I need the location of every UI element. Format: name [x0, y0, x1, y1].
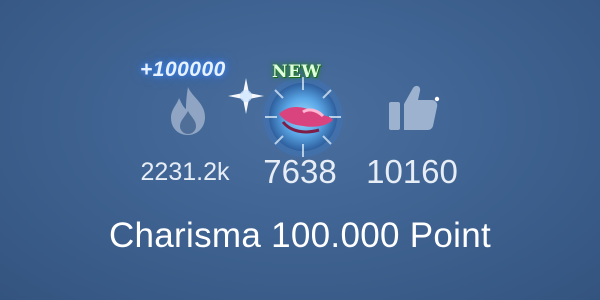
- thumbs-up-icon[interactable]: [385, 82, 441, 134]
- flame-icon: [171, 87, 205, 135]
- gift-count: 7638: [263, 153, 337, 190]
- likes-count: 10160: [366, 153, 458, 190]
- new-badge: NEW: [272, 62, 322, 82]
- gift-orb-icon: [263, 77, 343, 157]
- charisma-reward-text: Charisma 100.000 Point: [108, 216, 492, 255]
- gift-item[interactable]: [253, 72, 353, 162]
- hot-count: 2231.2k: [140, 158, 230, 186]
